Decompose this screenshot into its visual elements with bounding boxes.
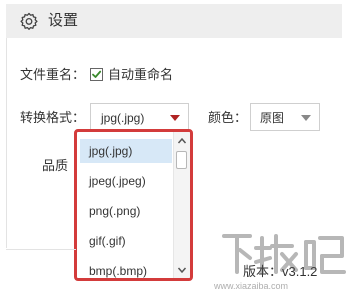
gear-icon (20, 12, 38, 30)
check-icon (92, 70, 102, 78)
auto-rename-label[interactable]: 自动重命名 (108, 67, 173, 83)
chevron-down-icon[interactable] (170, 115, 180, 121)
quality-label: 品质 (42, 158, 69, 173)
scroll-up-icon[interactable] (177, 136, 187, 146)
auto-rename-checkbox[interactable] (90, 68, 103, 81)
watermark-logo: www.xiazaiba.com (213, 234, 346, 291)
format-option-png[interactable]: png(.png) (80, 199, 172, 223)
format-dropdown-list[interactable]: jpg(.jpg) jpeg(.jpeg) png(.png) gif(.gif… (74, 129, 193, 281)
format-option-jpg[interactable]: jpg(.jpg) (80, 139, 172, 163)
format-label: 转换格式： (20, 110, 86, 125)
format-select-value: jpg(.jpg) (101, 111, 145, 125)
scroll-down-icon[interactable] (177, 265, 187, 275)
settings-header: 设置 (6, 4, 342, 38)
panel-border (6, 38, 7, 248)
rename-label: 文件重名： (20, 67, 86, 82)
scroll-thumb[interactable] (176, 151, 187, 169)
format-option-bmp[interactable]: bmp(.bmp) (80, 259, 172, 278)
divider (6, 249, 76, 250)
format-select[interactable]: jpg(.jpg) (90, 103, 189, 131)
color-select[interactable]: 原图 (250, 103, 320, 131)
format-option-gif[interactable]: gif(.gif) (80, 229, 172, 253)
page-title: 设置 (48, 12, 79, 29)
dropdown-scrollbar[interactable] (173, 132, 190, 278)
color-select-value: 原图 (260, 111, 285, 125)
chevron-down-icon[interactable] (301, 115, 311, 121)
watermark-url: www.xiazaiba.com (213, 281, 288, 291)
format-option-jpeg[interactable]: jpeg(.jpeg) (80, 169, 172, 193)
color-label: 颜色： (208, 110, 248, 125)
